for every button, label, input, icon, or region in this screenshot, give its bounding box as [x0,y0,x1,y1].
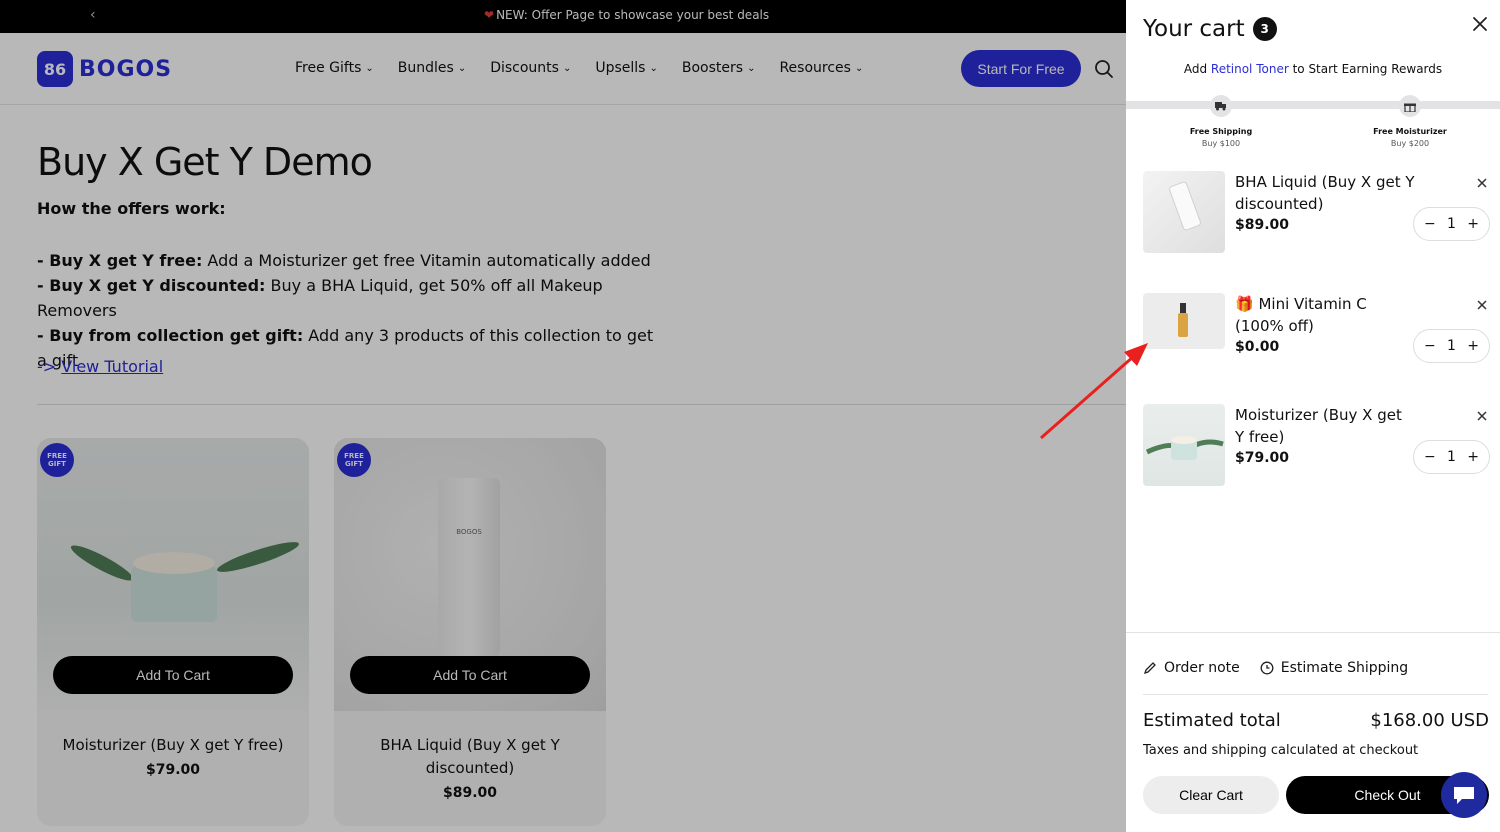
truck-icon [1210,95,1232,117]
pencil-icon [1143,662,1156,675]
item-price: $79.00 [1235,450,1290,466]
quantity-value[interactable]: 1 [1447,449,1456,465]
item-thumbnail[interactable] [1143,293,1225,349]
minus-icon[interactable]: − [1424,449,1436,465]
close-icon[interactable] [1470,14,1490,34]
cart-item: 🎁 Mini Vitamin C (100% off) $0.00 − 1 + [1143,293,1493,383]
item-name[interactable]: BHA Liquid (Buy X get Y discounted) [1235,171,1415,215]
estimate-shipping-button[interactable]: Estimate Shipping [1260,660,1408,676]
item-thumbnail[interactable] [1143,171,1225,253]
minus-icon[interactable]: − [1424,338,1436,354]
tax-note: Taxes and shipping calculated at checkou… [1143,743,1419,758]
dim-overlay[interactable] [0,0,1126,832]
retinol-toner-link[interactable]: Retinol Toner [1211,62,1289,76]
cart-title: Your cart 3 [1143,16,1277,42]
item-name[interactable]: 🎁 Mini Vitamin C (100% off) [1235,293,1415,337]
cart-footer-links: Order note Estimate Shipping [1143,660,1408,676]
rewards-message: Add Retinol Toner to Start Earning Rewar… [1183,62,1443,76]
remove-item-icon[interactable] [1475,176,1489,190]
footer-divider [1126,632,1500,633]
clock-icon [1260,661,1274,675]
item-thumbnail[interactable] [1143,404,1225,486]
cart-drawer: Your cart 3 Add Retinol Toner to Start E… [1126,0,1500,832]
item-price: $89.00 [1235,217,1290,233]
chat-widget-button[interactable] [1441,772,1487,818]
remove-item-icon[interactable] [1475,409,1489,423]
quantity-stepper: − 1 + [1413,207,1490,241]
gift-icon: 🎁 [1235,295,1254,313]
estimated-total-label: Estimated total [1143,710,1281,731]
clear-cart-button[interactable]: Clear Cart [1143,776,1279,814]
quantity-stepper: − 1 + [1413,329,1490,363]
milestone-free-moisturizer: Free Moisturizer Buy $200 [1373,127,1447,148]
item-name[interactable]: Moisturizer (Buy X get Y free) [1235,404,1415,448]
footer-divider [1143,694,1488,695]
chat-icon [1454,787,1474,804]
cart-item: BHA Liquid (Buy X get Y discounted) $89.… [1143,171,1493,261]
gift-icon [1399,95,1421,117]
cart-item: Moisturizer (Buy X get Y free) $79.00 − … [1143,404,1493,494]
cart-count-badge: 3 [1252,17,1277,41]
plus-icon[interactable]: + [1467,216,1479,232]
item-price: $0.00 [1235,339,1280,355]
minus-icon[interactable]: − [1424,216,1436,232]
milestone-free-shipping: Free Shipping Buy $100 [1189,127,1253,148]
rewards-progress-bar [1126,101,1500,109]
estimated-total-value: $168.00 USD [1370,710,1489,731]
quantity-value[interactable]: 1 [1447,216,1456,232]
quantity-stepper: − 1 + [1413,440,1490,474]
quantity-value[interactable]: 1 [1447,338,1456,354]
plus-icon[interactable]: + [1467,338,1479,354]
order-note-button[interactable]: Order note [1143,660,1240,676]
remove-item-icon[interactable] [1475,298,1489,312]
plus-icon[interactable]: + [1467,449,1479,465]
